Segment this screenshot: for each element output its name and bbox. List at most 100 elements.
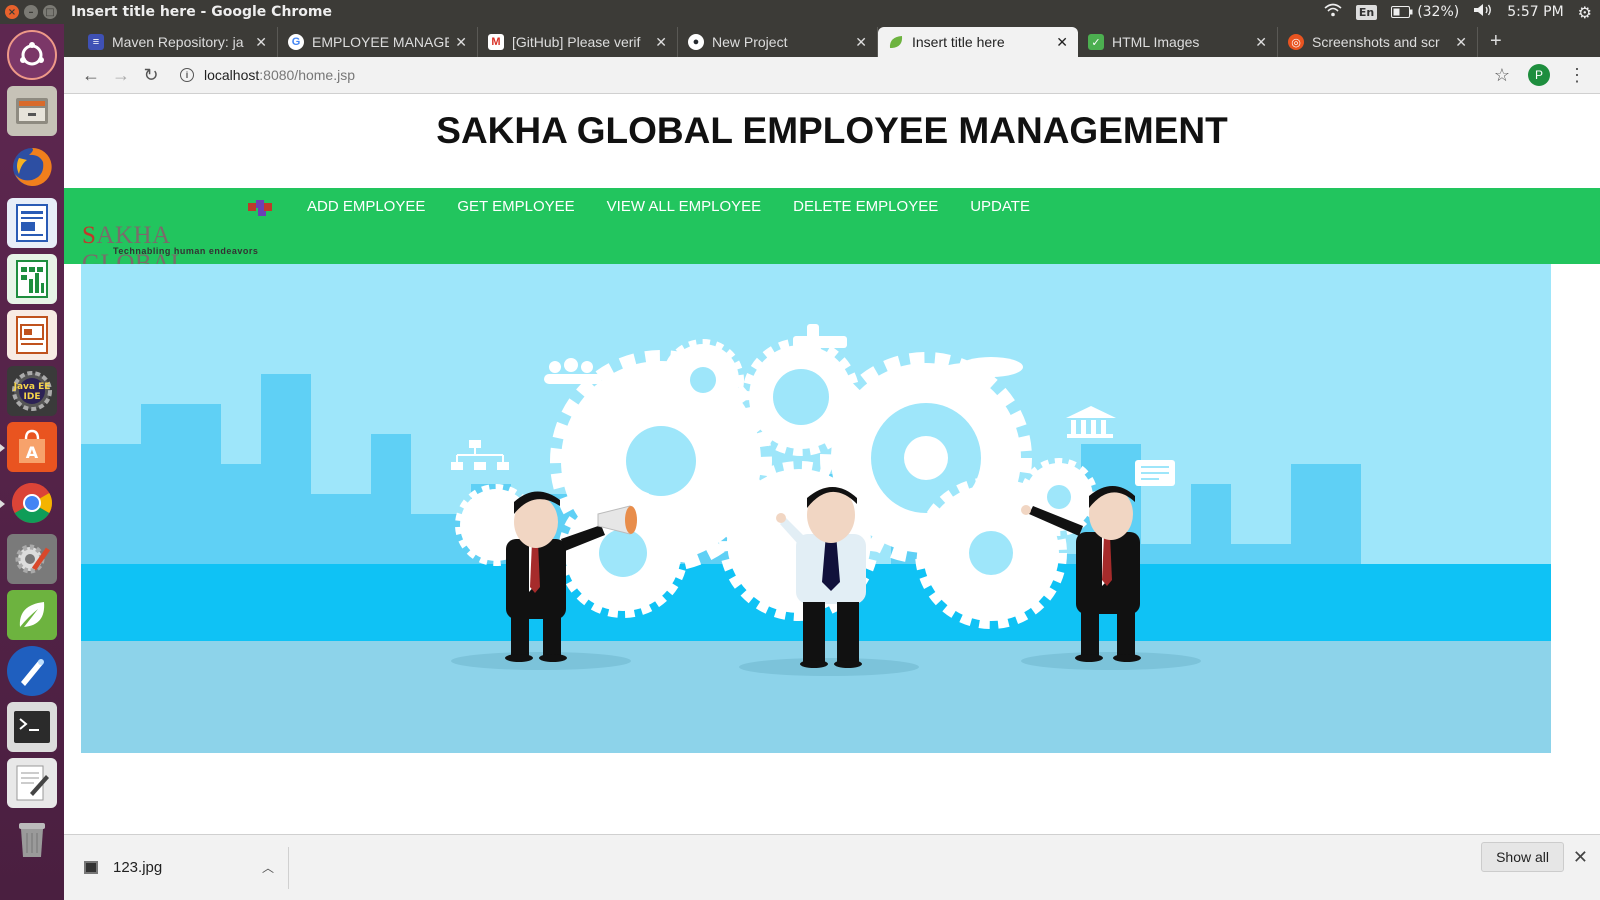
download-filename: 123.jpg [113,859,163,876]
close-tab-icon[interactable]: ✕ [255,34,267,51]
bank-icon [1066,406,1116,438]
clipboard-icon [1135,460,1175,486]
battery-percent: (32%) [1417,4,1460,20]
logo-tagline: Technabling human endeavors [113,246,259,256]
nav-view-all-employee[interactable]: VIEW ALL EMPLOYEE [607,198,762,215]
chrome-menu-icon[interactable]: ⋮ [1568,65,1586,86]
close-window-button[interactable]: × [5,5,19,19]
tab-github-verify[interactable]: M [GitHub] Please verif ✕ [478,27,678,57]
tab-label: New Project [712,34,788,50]
volume-icon[interactable] [1473,3,1493,21]
google-favicon-icon: G [288,34,304,50]
reload-button[interactable]: ↻ [136,65,166,86]
puzzle-icon [248,200,272,216]
text-editor-icon[interactable] [7,758,57,808]
impress-icon[interactable] [7,310,57,360]
site-info-icon[interactable]: i [180,68,194,82]
os-top-bar: × – □ Insert title here - Google Chrome … [0,0,1600,24]
settings-gear-icon[interactable]: ⚙ [1578,3,1592,22]
tab-insert-title-here[interactable]: Insert title here ✕ [878,27,1078,57]
w3schools-favicon-icon: ✓ [1088,34,1104,50]
software-center-icon[interactable]: A [0,422,57,472]
system-tray: En (32%) 5:57 PM ⚙ [1324,3,1600,22]
web-page: SAKHA GLOBAL EMPLOYEE MANAGEMENT SAKHA G… [64,94,1600,834]
close-tab-icon[interactable]: ✕ [855,34,867,51]
address-bar[interactable]: i localhost:8080/home.jsp [180,67,1494,83]
running-indicator [0,444,5,452]
java-ee-ide-icon[interactable]: Java EE IDE [7,366,57,416]
ubuntu-favicon-icon: ◎ [1288,34,1304,50]
tab-label: EMPLOYEE MANAGE [312,34,450,50]
close-tab-icon[interactable]: ✕ [1056,34,1068,51]
download-shelf: 123.jpg ︿ Show all ✕ [64,834,1600,900]
files-icon[interactable] [7,86,57,136]
nav-update[interactable]: UPDATE [970,198,1030,215]
svg-text:IDE: IDE [24,392,41,402]
back-button[interactable]: ← [76,65,106,86]
page-title: SAKHA GLOBAL EMPLOYEE MANAGEMENT [436,110,1228,151]
forward-button[interactable]: → [106,65,136,86]
download-item[interactable]: 123.jpg ︿ [64,846,289,889]
window-title: Insert title here - Google Chrome [71,4,333,20]
maximize-window-button[interactable]: □ [43,5,57,19]
close-tab-icon[interactable]: ✕ [455,34,467,51]
close-shelf-icon[interactable]: ✕ [1573,847,1588,868]
battery-icon [1391,6,1413,18]
tab-maven-repository[interactable]: ≡ Maven Repository: ja ✕ [78,27,278,57]
nav-get-employee[interactable]: GET EMPLOYEE [457,198,574,215]
show-all-downloads-button[interactable]: Show all [1481,842,1564,872]
battery-indicator[interactable]: (32%) [1391,4,1459,20]
profile-avatar[interactable]: P [1528,64,1550,86]
trash-icon[interactable] [7,814,57,864]
url-host: localhost [204,67,260,83]
writer-icon[interactable] [7,198,57,248]
thumbs-up-icon [793,324,847,348]
wifi-icon[interactable] [1324,3,1342,21]
nav-add-employee[interactable]: ADD EMPLOYEE [307,198,425,215]
spring-leaf-favicon-icon [888,34,904,50]
image-file-icon [84,861,98,874]
hero-illustration [81,264,1551,753]
minimize-window-button[interactable]: – [24,5,38,19]
new-tab-button[interactable]: + [1490,30,1502,57]
url-path: :8080/home.jsp [259,67,355,83]
running-indicator [0,500,5,508]
firefox-icon[interactable] [7,142,57,192]
chevron-up-icon[interactable]: ︿ [262,859,274,876]
tab-label: Insert title here [912,34,1005,50]
terminal-icon[interactable] [7,702,57,752]
calc-icon[interactable] [7,254,57,304]
github-favicon-icon: ● [688,34,704,50]
tab-strip: ≡ Maven Repository: ja ✕ G EMPLOYEE MANA… [64,24,1600,57]
tab-label: HTML Images [1112,34,1200,50]
ubuntu-launcher: Java EE IDE A [0,24,64,900]
window-controls: × – □ [5,5,57,19]
ubuntu-dash-icon[interactable] [7,30,57,80]
main-navbar: SAKHA GLOBAL Technabling human endeavors… [64,188,1600,277]
tab-screenshots[interactable]: ◎ Screenshots and scr ✕ [1278,27,1478,57]
close-tab-icon[interactable]: ✕ [1255,34,1267,51]
maven-favicon-icon: ≡ [88,34,104,50]
tab-label: [GitHub] Please verif [512,34,641,50]
tab-label: Maven Repository: ja [112,34,244,50]
nav-links: ADD EMPLOYEE GET EMPLOYEE VIEW ALL EMPLO… [307,198,1030,215]
close-tab-icon[interactable]: ✕ [655,34,667,51]
bookmark-star-icon[interactable]: ☆ [1494,65,1510,86]
spring-tool-suite-icon[interactable] [7,590,57,640]
close-tab-icon[interactable]: ✕ [1455,34,1467,51]
tab-new-project[interactable]: ● New Project ✕ [678,27,878,57]
gmail-favicon-icon: M [488,34,504,50]
chrome-icon[interactable] [0,478,57,528]
pen-tool-icon[interactable] [7,646,57,696]
tab-label: Screenshots and scr [1312,34,1440,50]
org-chart-icon [451,440,509,470]
tab-employee-manage[interactable]: G EMPLOYEE MANAGE ✕ [278,27,478,57]
clock[interactable]: 5:57 PM [1507,4,1563,20]
keyboard-language-indicator[interactable]: En [1355,4,1378,20]
sakha-global-logo[interactable]: SAKHA GLOBAL Technabling human endeavors [82,198,277,277]
logo-first-letter: S [82,222,97,249]
tab-html-images[interactable]: ✓ HTML Images ✕ [1078,27,1278,57]
svg-text:A: A [26,443,39,462]
system-settings-icon[interactable] [7,534,57,584]
nav-delete-employee[interactable]: DELETE EMPLOYEE [793,198,938,215]
